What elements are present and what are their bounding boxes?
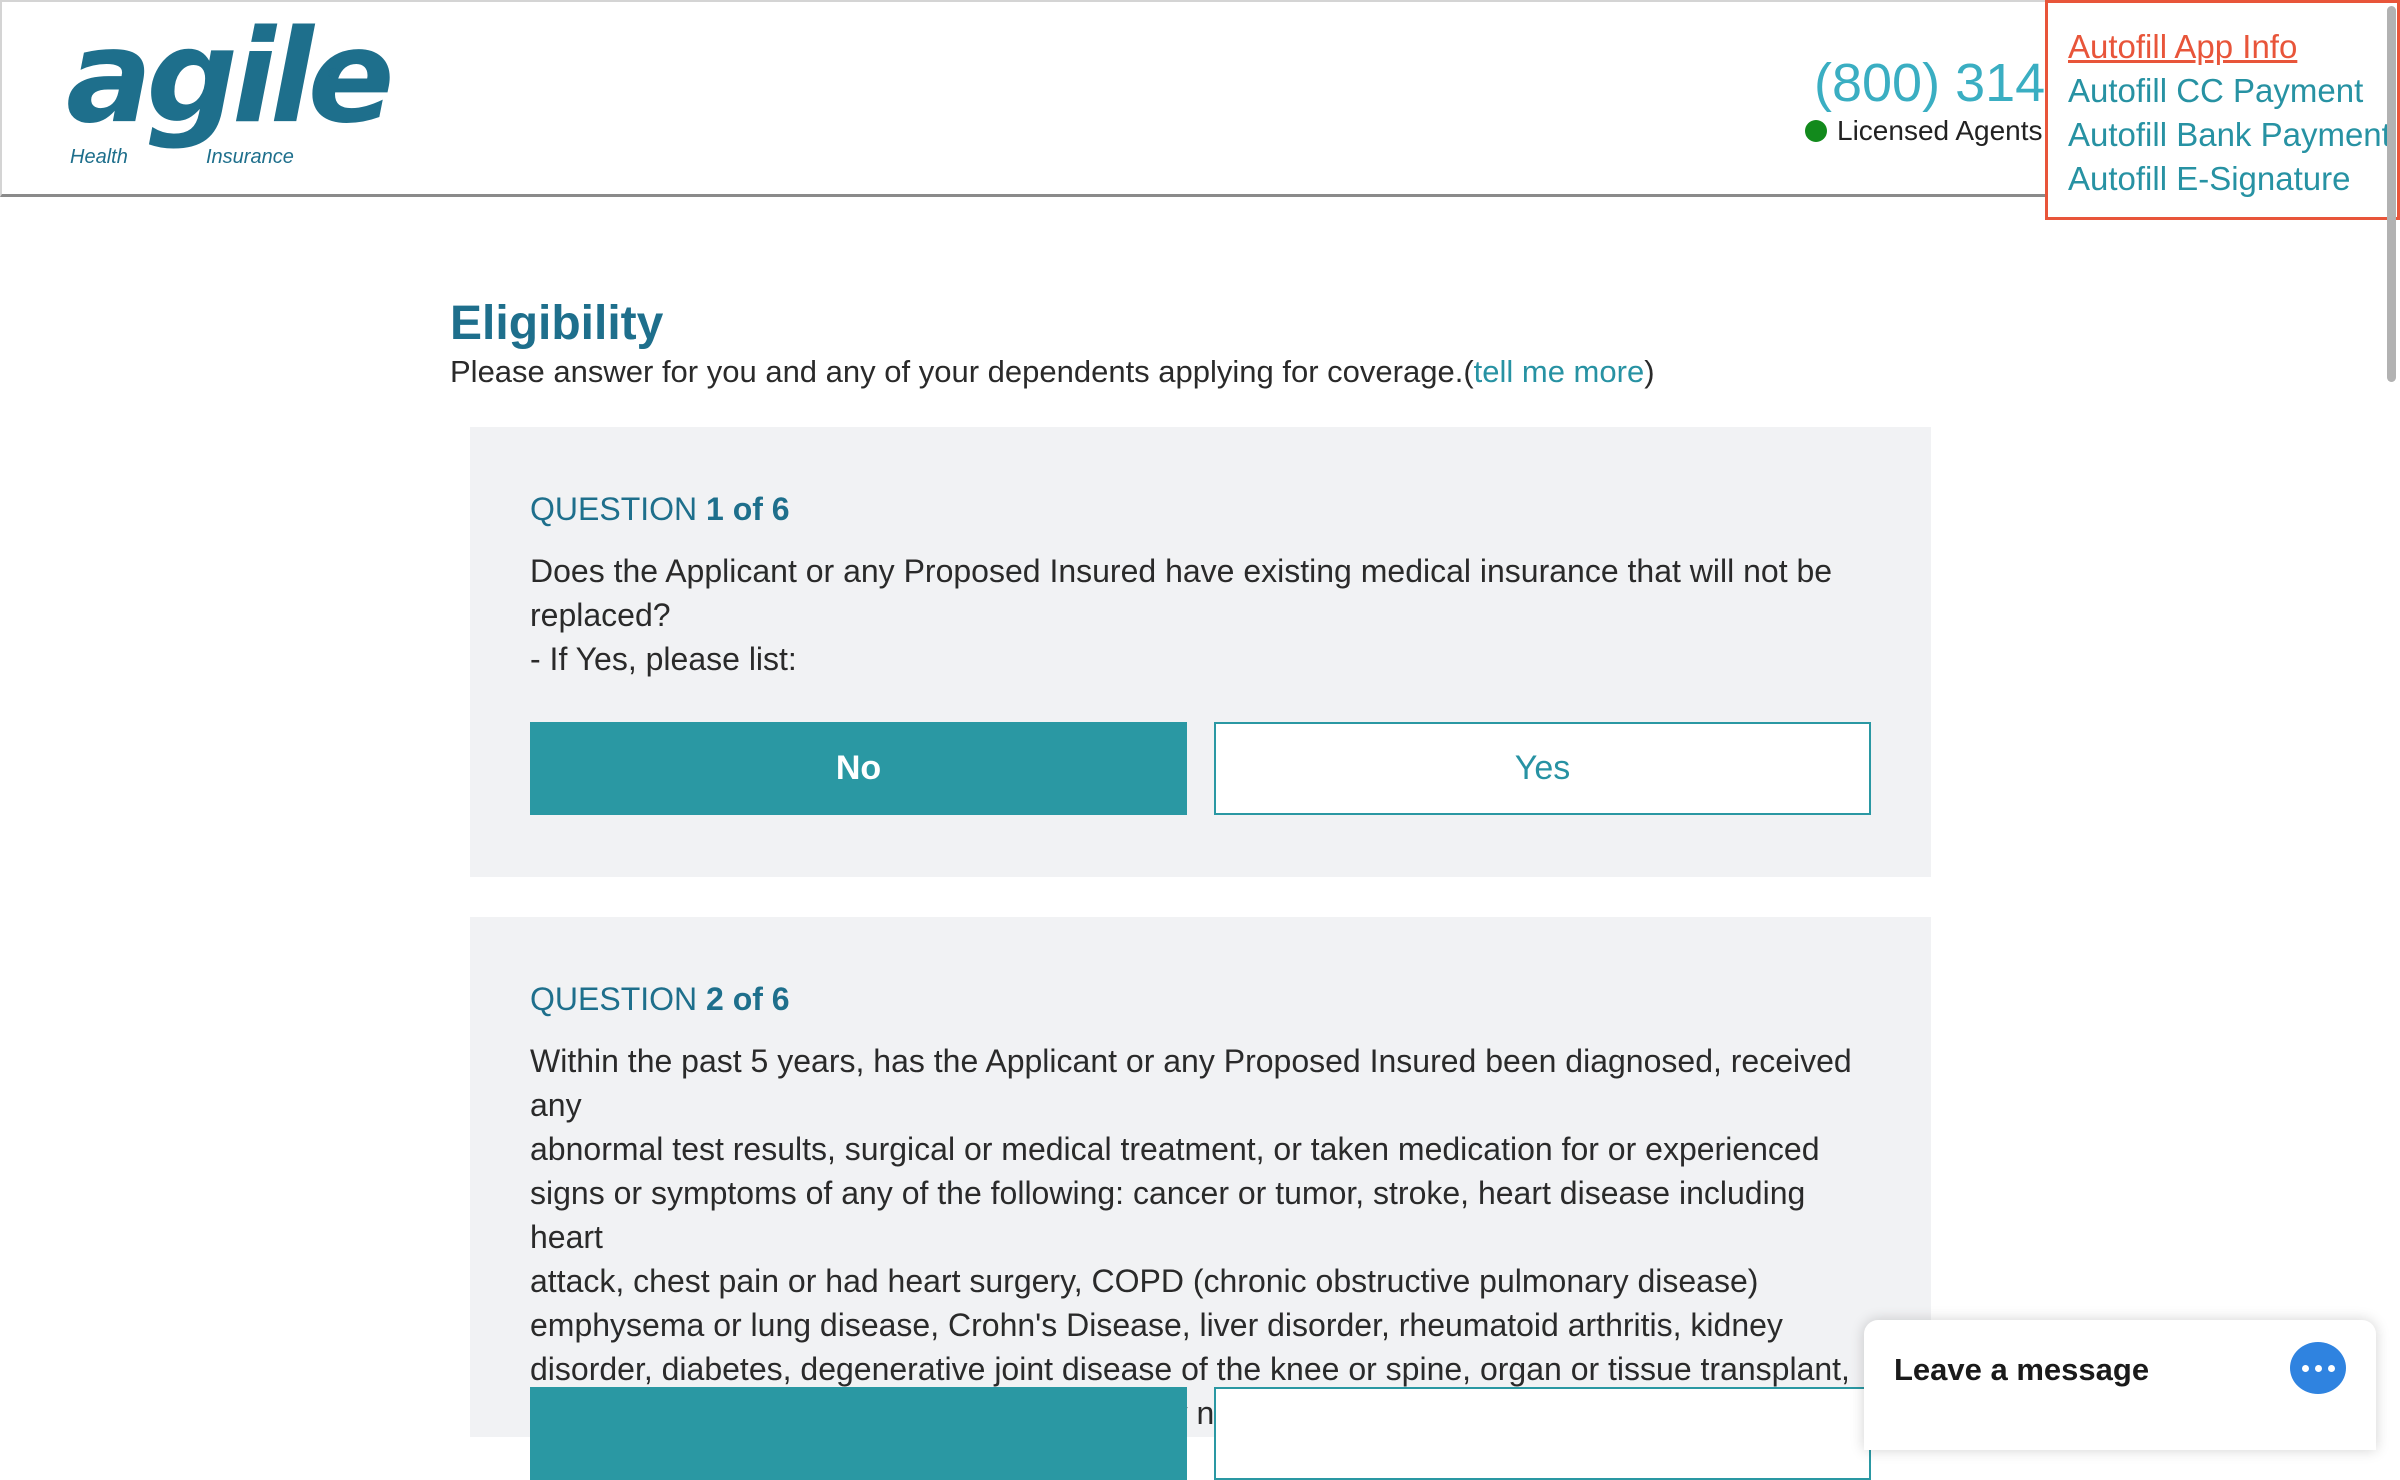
logo-sub-health: Health bbox=[70, 146, 128, 168]
question-text-line: - If Yes, please list: bbox=[530, 641, 797, 677]
logo-registered-mark: ® bbox=[328, 66, 340, 83]
question-text-line: signs or symptoms of any of the followin… bbox=[530, 1175, 1806, 1255]
answer-no-button[interactable] bbox=[530, 1387, 1187, 1480]
chat-widget[interactable]: Leave a message bbox=[1864, 1320, 2376, 1450]
autofill-app-info-link[interactable]: Autofill App Info bbox=[2068, 25, 2397, 69]
answer-yes-button[interactable] bbox=[1214, 1387, 1871, 1480]
question-text-line: Within the past 5 years, has the Applica… bbox=[530, 1043, 1852, 1123]
scrollbar-thumb[interactable] bbox=[2387, 6, 2396, 382]
question-number: 2 of 6 bbox=[706, 981, 790, 1017]
logo-sub-insurance: Insurance bbox=[206, 146, 294, 168]
phone-number[interactable]: (800) 314- bbox=[1814, 52, 2046, 114]
question-prefix: QUESTION bbox=[530, 981, 707, 1017]
question-text-line: emphysema or lung disease, Crohn's Disea… bbox=[530, 1307, 1783, 1343]
online-status-icon bbox=[1805, 120, 1827, 142]
question-text-line: replaced? bbox=[530, 597, 671, 633]
question-text-line: disorder, diabetes, degenerative joint d… bbox=[530, 1351, 1850, 1387]
autofill-bank-payment-link[interactable]: Autofill Bank Payment bbox=[2068, 113, 2397, 157]
question-text-line: attack, chest pain or had heart surgery,… bbox=[530, 1263, 1759, 1299]
question-number: 1 of 6 bbox=[706, 491, 790, 527]
subtitle-text: Please answer for you and any of your de… bbox=[450, 354, 1474, 389]
answer-no-button[interactable]: No bbox=[530, 722, 1187, 815]
question-text: Within the past 5 years, has the Applica… bbox=[530, 1039, 1875, 1435]
site-header: agile ® Health Insurance (800) 314- Lice… bbox=[0, 0, 2398, 197]
chat-bubble-icon[interactable] bbox=[2290, 1342, 2346, 1394]
question-card-1: QUESTION 1 of 6 Does the Applicant or an… bbox=[470, 427, 1931, 877]
answer-yes-button[interactable]: Yes bbox=[1214, 722, 1871, 815]
tell-me-more-link[interactable]: tell me more bbox=[1474, 354, 1645, 389]
agile-logo[interactable]: agile ® Health Insurance bbox=[66, 14, 395, 177]
question-text: Does the Applicant or any Proposed Insur… bbox=[530, 549, 1875, 681]
question-label: QUESTION 1 of 6 bbox=[530, 491, 790, 528]
question-label: QUESTION 2 of 6 bbox=[530, 981, 790, 1018]
autofill-e-signature-link[interactable]: Autofill E-Signature bbox=[2068, 157, 2397, 201]
page-title: Eligibility bbox=[450, 297, 664, 350]
chat-label: Leave a message bbox=[1894, 1352, 2150, 1387]
question-text-line: Does the Applicant or any Proposed Insur… bbox=[530, 553, 1833, 589]
question-text-line: abnormal test results, surgical or medic… bbox=[530, 1131, 1820, 1167]
page-subtitle: Please answer for you and any of your de… bbox=[450, 354, 1655, 390]
subtitle-close: ) bbox=[1644, 354, 1655, 389]
licensed-agents-label: Licensed Agents bbox=[1837, 115, 2043, 146]
licensed-agents-status: Licensed Agents bbox=[1805, 115, 2043, 147]
logo-wordmark: agile bbox=[66, 3, 395, 152]
autofill-cc-payment-link[interactable]: Autofill CC Payment bbox=[2068, 69, 2397, 113]
question-prefix: QUESTION bbox=[530, 491, 707, 527]
autofill-menu: Autofill App Info Autofill CC Payment Au… bbox=[2045, 0, 2400, 220]
question-card-2: QUESTION 2 of 6 Within the past 5 years,… bbox=[470, 917, 1931, 1480]
